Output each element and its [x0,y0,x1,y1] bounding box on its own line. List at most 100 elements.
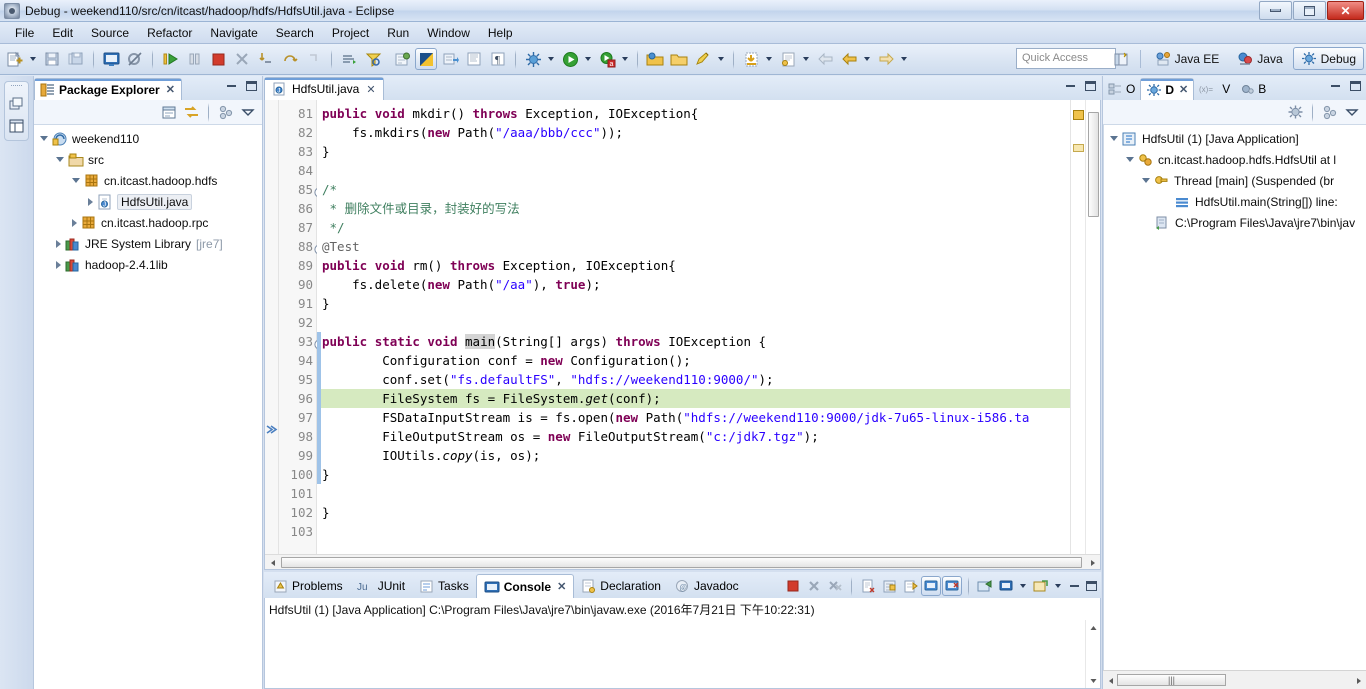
debug-launch-toolbar-icon[interactable] [1285,102,1305,122]
code-line[interactable]: } [317,465,1070,484]
perspective-java-ee[interactable]: Java EE [1147,47,1228,70]
code-line[interactable]: /* [317,180,1070,199]
disconnect-icon[interactable] [231,48,253,70]
tab-declaration[interactable]: Declaration [574,574,668,598]
debug-item-target[interactable]: cn.itcast.hadoop.hdfs.HdfsUtil at l [1104,149,1366,170]
menu-help[interactable]: Help [479,24,522,42]
debug-item-thread[interactable]: Thread [main] (Suspended (br [1104,170,1366,191]
twisty-open-icon[interactable] [40,136,48,141]
run-launch-icon[interactable] [559,48,581,70]
open-console-icon[interactable] [975,576,995,596]
warning-marker[interactable] [1073,144,1084,152]
scroll-left-arrow[interactable] [1104,674,1117,687]
warning-marker[interactable] [1073,110,1084,120]
tab-junit[interactable]: Ju JUnit [350,574,412,598]
code-line[interactable]: conf.set("fs.defaultFS", "hdfs://weekend… [317,370,1070,389]
code-line[interactable]: public void mkdir() throws Exception, IO… [317,104,1070,123]
maximize-console-button[interactable] [1083,579,1099,593]
debug-dropdown-arrow[interactable] [545,48,556,70]
tab-javadoc[interactable]: @ Javadoc [668,574,746,598]
code-line[interactable] [317,313,1070,332]
menu-file[interactable]: File [6,24,43,42]
step-return-icon[interactable] [303,48,325,70]
view-menu-icon[interactable] [238,102,258,122]
link-with-editor-icon[interactable] [181,102,201,122]
code-line[interactable]: IOUtils.copy(is, os); [317,446,1070,465]
code-line[interactable]: } [317,142,1070,161]
show-whitespace-icon[interactable] [463,48,485,70]
download-dropdown-arrow[interactable] [763,48,774,70]
tab-hdfsutil-java[interactable]: J HdfsUtil.java ✕ [264,77,384,100]
pin-console-icon[interactable] [921,576,941,596]
debug-item-launch[interactable]: HdfsUtil (1) [Java Application] [1104,128,1366,149]
menu-project[interactable]: Project [323,24,378,42]
menu-navigate[interactable]: Navigate [201,24,266,42]
minimize-debug-button[interactable] [1327,79,1343,93]
annotation-icon[interactable] [777,48,799,70]
code-line[interactable]: public void rm() throws Exception, IOExc… [317,256,1070,275]
previous-navigation-icon[interactable] [838,48,860,70]
code-line[interactable] [317,161,1070,180]
tab-tasks[interactable]: Tasks [412,574,476,598]
menu-window[interactable]: Window [418,24,479,42]
view-menu-hierarchy-icon[interactable] [216,102,236,122]
source-code[interactable]: public void mkdir() throws Exception, IO… [317,100,1070,569]
search-icon[interactable] [362,48,384,70]
close-icon[interactable]: ✕ [1179,83,1188,96]
menu-edit[interactable]: Edit [43,24,82,42]
tab-variables[interactable]: (x)= V [1194,78,1235,100]
new-java-dropdown-arrow[interactable] [715,48,726,70]
tree-item-hadoop-lib[interactable]: hadoop-2.4.1lib [34,254,262,275]
debug-view-menu-icon[interactable] [1342,102,1362,122]
tab-debug[interactable]: D ✕ [1140,78,1195,100]
debug-horizontal-scrollbar[interactable]: ||| [1103,670,1366,689]
scroll-right-arrow[interactable] [1086,556,1099,569]
scrollbar-thumb[interactable] [281,557,1082,568]
paragraph-marks-icon[interactable]: ¶ [487,48,509,70]
twisty-open-icon[interactable] [1142,178,1150,183]
clear-console-icon[interactable] [858,576,878,596]
open-type-icon[interactable] [644,48,666,70]
new-console-view-icon[interactable] [1031,576,1051,596]
save-all-icon[interactable] [65,48,87,70]
maximize-debug-button[interactable] [1347,79,1363,93]
terminate-icon[interactable] [207,48,229,70]
new-dropdown-arrow[interactable] [27,48,38,70]
code-line[interactable] [317,522,1070,541]
toggle-markoccurrences-icon[interactable] [391,48,413,70]
debug-launch-icon[interactable] [522,48,544,70]
menu-run[interactable]: Run [378,24,418,42]
tab-breakpoints[interactable]: B [1235,78,1271,100]
code-line[interactable]: FileSystem fs = FileSystem.get(conf); [317,389,1070,408]
minimize-editor-button[interactable] [1062,79,1078,93]
open-element-icon[interactable] [338,48,360,70]
code-line[interactable] [317,484,1070,503]
twisty-closed-icon[interactable] [56,260,61,269]
new-console-dropdown-arrow[interactable] [1052,575,1063,597]
back-navigation-icon[interactable] [814,48,836,70]
quick-access-input[interactable]: Quick Access [1016,48,1116,69]
external-tools-dropdown-arrow[interactable] [619,48,630,70]
twisty-closed-icon[interactable] [56,239,61,248]
next-annotation-icon[interactable] [439,48,461,70]
forward-dropdown-arrow[interactable] [898,48,909,70]
scroll-left-arrow[interactable] [266,556,279,569]
terminate-console-icon[interactable] [783,576,803,596]
open-resource-icon[interactable] [668,48,690,70]
skip-breakpoints-icon[interactable] [124,48,146,70]
remove-all-launches-icon[interactable] [825,576,845,596]
new-java-class-icon[interactable] [692,48,714,70]
toggle-blockselection-icon[interactable] [415,48,437,70]
code-line[interactable]: fs.delete(new Path("/aa"), true); [317,275,1070,294]
tree-item-package-rpc[interactable]: cn.itcast.hadoop.rpc [34,212,262,233]
twisty-closed-icon[interactable] [88,197,93,206]
tab-console[interactable]: Console ✕ [475,574,575,598]
code-line[interactable]: public static void main(String[] args) t… [317,332,1070,351]
code-line[interactable]: */ [317,218,1070,237]
tab-package-explorer[interactable]: Package Explorer ✕ [34,78,182,100]
overview-ruler[interactable] [1070,100,1085,569]
code-line[interactable]: * 删除文件或目录，封装好的写法 [317,199,1070,218]
annotation-dropdown-arrow[interactable] [800,48,811,70]
tree-item-src[interactable]: src [34,149,262,170]
tab-outline[interactable]: O [1103,78,1140,100]
